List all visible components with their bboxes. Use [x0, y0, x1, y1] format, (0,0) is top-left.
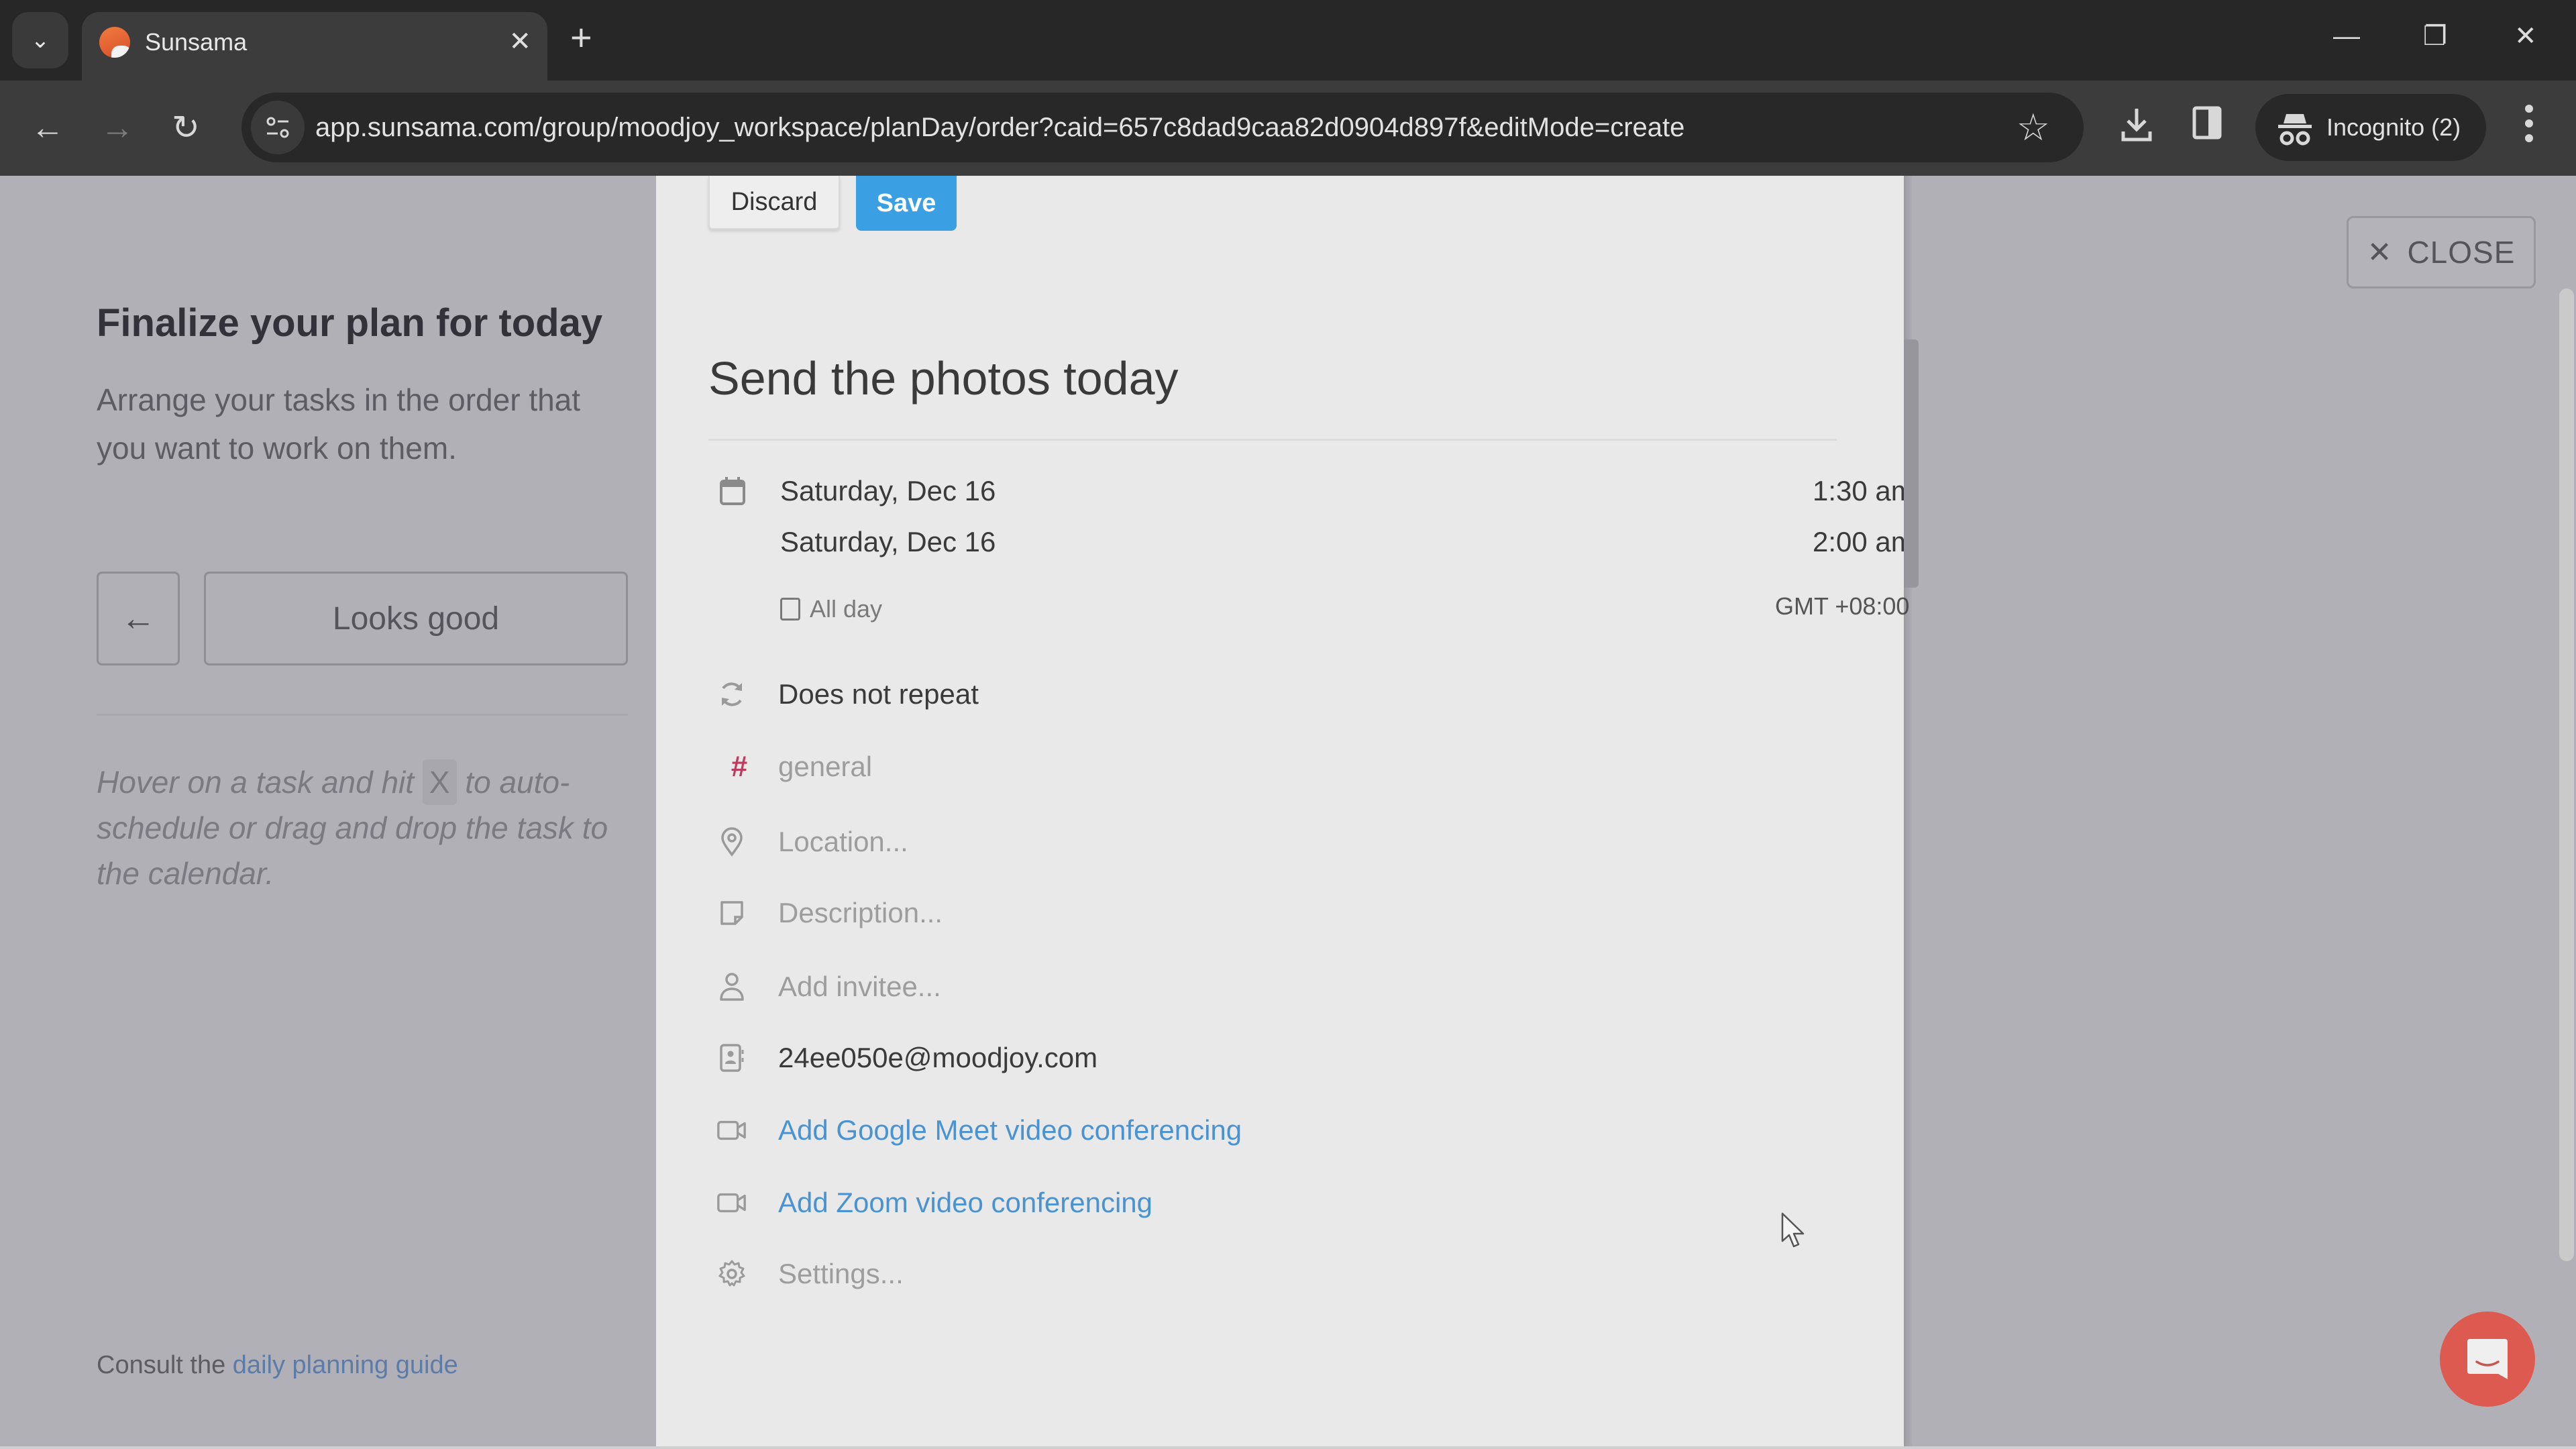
zoom-row[interactable]: Add Zoom video conferencing [716, 1179, 1152, 1226]
looks-good-button[interactable]: Looks good [204, 572, 628, 665]
shortcut-key: X [422, 759, 457, 805]
event-editor-modal: Discard Save Send the photos today Satur… [656, 176, 1915, 1449]
page-scrollbar[interactable] [2559, 288, 2574, 1261]
reload-icon[interactable]: ↻ [172, 106, 200, 149]
close-window-icon[interactable]: ✕ [2514, 16, 2537, 56]
minimize-icon[interactable]: — [2333, 16, 2360, 56]
end-time-field[interactable]: 2:00 am [1813, 523, 1915, 561]
close-label: CLOSE [2407, 235, 2516, 270]
forward-icon[interactable]: → [101, 106, 134, 149]
site-info-button[interactable] [251, 101, 305, 154]
chevron-down-icon: ⌄ [30, 28, 50, 53]
start-date-field[interactable]: Saturday, Dec 16 [780, 472, 996, 510]
browser-tab-sunsama[interactable]: Sunsama ✕ [82, 12, 547, 80]
tab-search-button[interactable]: ⌄ [12, 12, 68, 68]
repeat-icon [716, 679, 747, 710]
new-tab-button[interactable]: + [570, 17, 592, 58]
add-invitee-input[interactable]: Add invitee... [778, 968, 941, 1006]
description-input[interactable]: Description... [778, 894, 943, 932]
bookmark-star-icon[interactable]: ☆ [2017, 107, 2050, 148]
support-chat-button[interactable] [2440, 1311, 2535, 1407]
repeat-value: Does not repeat [778, 678, 979, 710]
download-icon[interactable] [2120, 106, 2153, 152]
channel-row[interactable]: # general [716, 743, 872, 790]
hash-icon: # [731, 750, 748, 783]
address-bar[interactable]: app.sunsama.com/group/moodjoy_workspace/… [241, 93, 2084, 162]
hint-text-before: Hover on a task and hit [97, 765, 423, 800]
back-icon[interactable]: ← [31, 106, 64, 149]
add-zoom-link[interactable]: Add Zoom video conferencing [778, 1184, 1152, 1222]
all-day-label: All day [810, 595, 883, 623]
divider [708, 439, 1837, 441]
divider [97, 714, 628, 716]
person-icon [716, 971, 747, 1002]
note-icon [716, 898, 747, 928]
location-row[interactable]: Location... [716, 818, 908, 865]
channel-value: general [778, 751, 873, 782]
settings-input[interactable]: Settings... [778, 1255, 904, 1293]
side-panel-icon[interactable] [2192, 106, 2222, 150]
more-vert-icon[interactable] [2522, 101, 2536, 154]
gear-icon [716, 1258, 747, 1289]
chat-icon [2467, 1339, 2508, 1379]
save-button[interactable]: Save [856, 176, 957, 231]
start-time-field[interactable]: 1:30 am [1813, 472, 1915, 510]
location-pin-icon [716, 826, 747, 857]
browser-toolbar: ← → ↻ app.sunsama.com/group/moodjoy_work… [0, 80, 2576, 176]
restore-icon[interactable]: ❐ [2423, 16, 2447, 56]
video-camera-icon [716, 1187, 747, 1218]
arrow-left-icon: ← [121, 599, 156, 638]
discard-button[interactable]: Discard [708, 176, 840, 229]
contact-card-icon [716, 1042, 747, 1073]
location-input[interactable]: Location... [778, 823, 908, 861]
calendar-icon [719, 476, 746, 509]
close-button[interactable]: ✕ CLOSE [2347, 216, 2536, 288]
incognito-label: Incognito (2) [2326, 113, 2461, 141]
plan-day-panel: Finalize your plan for today Arrange you… [0, 176, 656, 1449]
tune-icon [266, 117, 289, 138]
url-text[interactable]: app.sunsama.com/group/moodjoy_workspace/… [315, 111, 1684, 144]
calendar-account-row[interactable]: 24ee050e@moodjoy.com [716, 1034, 1097, 1081]
end-date-field[interactable]: Saturday, Dec 16 [780, 523, 996, 561]
timezone-selector[interactable]: GMT +08:00 [1775, 590, 1909, 623]
all-day-checkbox[interactable]: All day [780, 593, 882, 625]
tab-close-icon[interactable]: ✕ [508, 25, 531, 58]
back-button[interactable]: ← [97, 572, 180, 665]
task-title-input[interactable]: Send the photos today [708, 346, 1179, 411]
settings-row[interactable]: Settings... [716, 1250, 904, 1297]
browser-tab-bar: ⌄ Sunsama ✕ + — ❐ ✕ [0, 0, 2576, 80]
sunsama-favicon-icon [99, 27, 130, 58]
description-row[interactable]: Description... [716, 890, 943, 936]
repeat-row[interactable]: Does not repeat [716, 671, 979, 718]
mouse-cursor-icon [1780, 1212, 1807, 1254]
close-icon: ✕ [2367, 235, 2393, 269]
modal-scrollbar[interactable] [1904, 339, 1919, 588]
add-google-meet-link[interactable]: Add Google Meet video conferencing [778, 1112, 1242, 1149]
invitee-row[interactable]: Add invitee... [716, 963, 941, 1010]
google-meet-row[interactable]: Add Google Meet video conferencing [716, 1107, 1242, 1154]
page-subtitle: Arrange your tasks in the order that you… [97, 382, 581, 466]
page: Finalize your plan for today Arrange you… [0, 176, 2576, 1449]
page-title: Finalize your plan for today [97, 301, 603, 345]
video-camera-icon [716, 1115, 747, 1146]
tab-title: Sunsama [145, 28, 248, 56]
calendar-account-value: 24ee050e@moodjoy.com [778, 1042, 1098, 1073]
auto-schedule-hint: Hover on a task and hit X to auto-schedu… [97, 759, 633, 896]
incognito-icon [2278, 114, 2312, 146]
consult-text: Consult the [97, 1351, 233, 1379]
bottom-edge [0, 1446, 2576, 1449]
consult-guide: Consult the daily planning guide [97, 1348, 458, 1382]
daily-planning-guide-link[interactable]: daily planning guide [233, 1351, 458, 1379]
incognito-profile-button[interactable]: Incognito (2) [2255, 94, 2486, 161]
checkbox-icon [780, 598, 800, 621]
